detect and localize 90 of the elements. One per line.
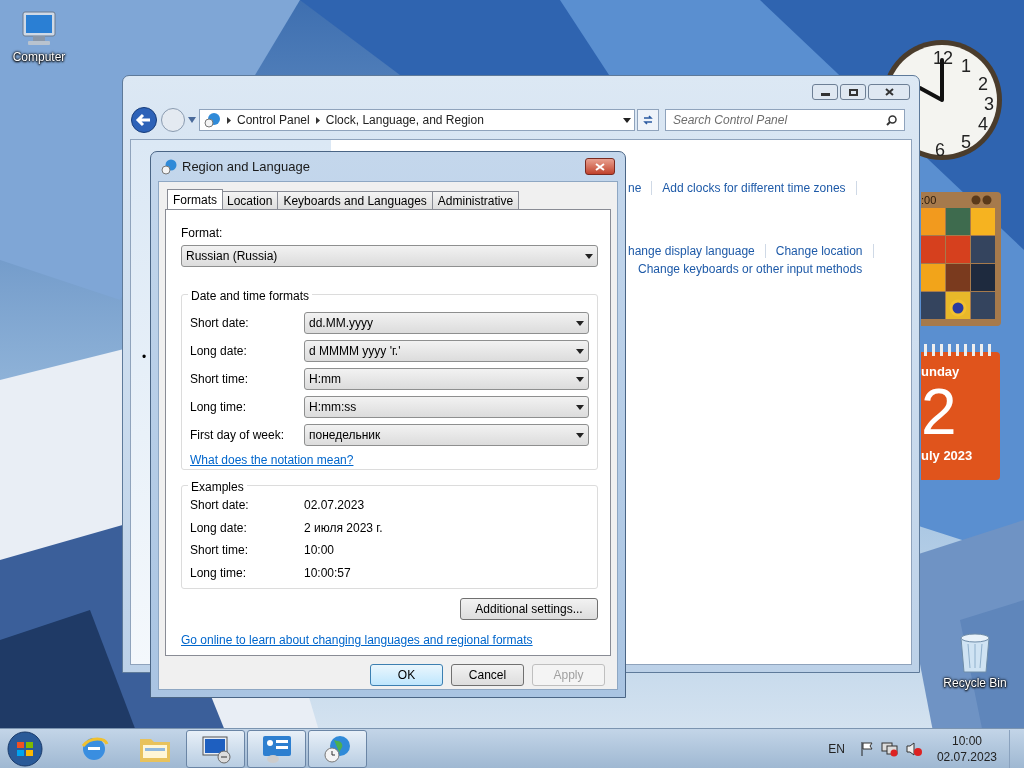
tab[interactable]: Location xyxy=(221,191,279,209)
refresh-icon xyxy=(642,114,654,126)
minimize-button[interactable] xyxy=(812,84,838,100)
recycle-bin-icon xyxy=(957,630,993,674)
help-refresh-icon[interactable] xyxy=(971,195,993,205)
field-label: Long time: xyxy=(190,399,248,416)
puzzle-timer: :00 xyxy=(921,192,937,208)
additional-settings-button[interactable]: Additional settings... xyxy=(460,598,598,620)
task-link[interactable]: Change keyboards or other input methods xyxy=(638,260,863,278)
clock-numeral: 1 xyxy=(961,56,971,76)
dropdown[interactable]: H:mm xyxy=(304,368,589,390)
bullet: • xyxy=(142,349,147,366)
field-label: Format: xyxy=(181,225,224,242)
dropdown[interactable]: H:mm:ss xyxy=(304,396,589,418)
clock-numeral: 5 xyxy=(961,132,971,152)
close-button[interactable] xyxy=(585,158,615,175)
address-bar[interactable]: Control Panel Clock, Language, and Region xyxy=(199,109,635,131)
breadcrumb-item[interactable]: Clock, Language, and Region xyxy=(325,111,484,129)
control-panel-icon[interactable] xyxy=(260,733,293,764)
refresh-button[interactable] xyxy=(637,109,659,131)
field-label: Short time: xyxy=(190,371,250,388)
desktop-icon-label[interactable]: Recycle Bin xyxy=(943,674,1007,692)
calendar-weekday: unday xyxy=(921,363,961,381)
dropdown-arrow-icon[interactable] xyxy=(188,117,196,123)
field-label: Long date: xyxy=(190,343,248,360)
dropdown[interactable]: Russian (Russia) xyxy=(181,245,598,267)
task-link[interactable]: hange display language xyxy=(628,242,755,260)
task-link[interactable]: Change location xyxy=(775,242,863,260)
clock[interactable]: 10:00 02.07.2023 xyxy=(936,732,997,765)
flag-icon[interactable] xyxy=(858,740,875,757)
window-title: Region and Language xyxy=(182,157,310,176)
example-label: Short date: xyxy=(190,497,250,515)
network-warning-icon[interactable] xyxy=(880,740,899,757)
search-field[interactable]: Search Control Panel xyxy=(665,109,905,131)
tab[interactable]: Formats xyxy=(167,189,223,209)
close-icon xyxy=(595,162,605,171)
language-indicator[interactable]: EN xyxy=(828,739,845,758)
globe-clock-icon xyxy=(203,112,221,128)
example-label: Long date: xyxy=(190,519,248,537)
caret-icon xyxy=(576,432,584,438)
field-label: First day of week: xyxy=(190,427,286,444)
maximize-button[interactable] xyxy=(840,84,866,100)
dialog-button[interactable]: Cancel xyxy=(451,664,524,686)
calendar-day: 2 xyxy=(921,379,1000,444)
example-value: 10:00:57 xyxy=(304,564,351,582)
close-icon xyxy=(884,88,894,96)
maximize-icon xyxy=(848,88,858,96)
monitor-icon[interactable] xyxy=(199,733,232,764)
puzzle-drawing[interactable] xyxy=(921,208,995,320)
caret-icon xyxy=(576,404,584,410)
online-help-link[interactable]: Go online to learn about changing languages and regional formats xyxy=(181,631,533,649)
chevron-icon[interactable] xyxy=(227,116,231,124)
dropdown[interactable]: dd.MM.yyyy xyxy=(304,312,589,334)
clock-numeral: 4 xyxy=(978,114,988,134)
example-label: Long time: xyxy=(190,564,248,582)
clock-numeral: 3 xyxy=(984,94,994,114)
dialog-button[interactable]: OK xyxy=(370,664,443,686)
caret-icon xyxy=(623,117,631,123)
example-value: 10:00 xyxy=(304,542,335,560)
dropdown[interactable]: d MMMM yyyy 'г.' xyxy=(304,340,589,362)
caret-icon xyxy=(585,253,593,259)
minimize-icon xyxy=(820,92,830,96)
breadcrumb-item[interactable]: Control Panel xyxy=(237,111,310,129)
caret-icon xyxy=(576,320,584,326)
example-value: 02.07.2023 xyxy=(304,497,365,515)
calendar-month: uly 2023 xyxy=(921,446,974,465)
example-value: 2 июля 2023 г. xyxy=(304,519,383,537)
task-link[interactable]: Add clocks for different time zones xyxy=(662,179,846,197)
computer-icon xyxy=(19,10,59,48)
caret-icon xyxy=(576,376,584,382)
dropdown[interactable]: понедельник xyxy=(304,424,589,446)
caret-icon xyxy=(576,348,584,354)
clock-numeral: 6 xyxy=(935,140,945,160)
search-icon xyxy=(886,114,897,126)
speaker-muted-icon[interactable] xyxy=(904,740,923,757)
clock-numeral: 12 xyxy=(933,48,953,68)
start-orb-icon[interactable] xyxy=(4,728,46,768)
close-button[interactable] xyxy=(868,84,910,100)
field-label: Short date: xyxy=(190,315,250,332)
chevron-icon[interactable] xyxy=(315,116,320,124)
example-label: Short time: xyxy=(190,542,250,560)
task-link[interactable]: ne xyxy=(628,179,642,197)
taskbar-button[interactable] xyxy=(186,729,245,768)
tab[interactable]: Administrative xyxy=(431,191,520,209)
clock-numeral: 2 xyxy=(978,74,988,94)
globe-clock-icon xyxy=(161,158,177,175)
help-link[interactable]: What does the notation mean? xyxy=(190,451,354,469)
taskbar-button[interactable] xyxy=(247,729,306,768)
taskbar-button[interactable] xyxy=(308,729,367,768)
tab[interactable]: Keyboards and Languages xyxy=(277,191,433,209)
